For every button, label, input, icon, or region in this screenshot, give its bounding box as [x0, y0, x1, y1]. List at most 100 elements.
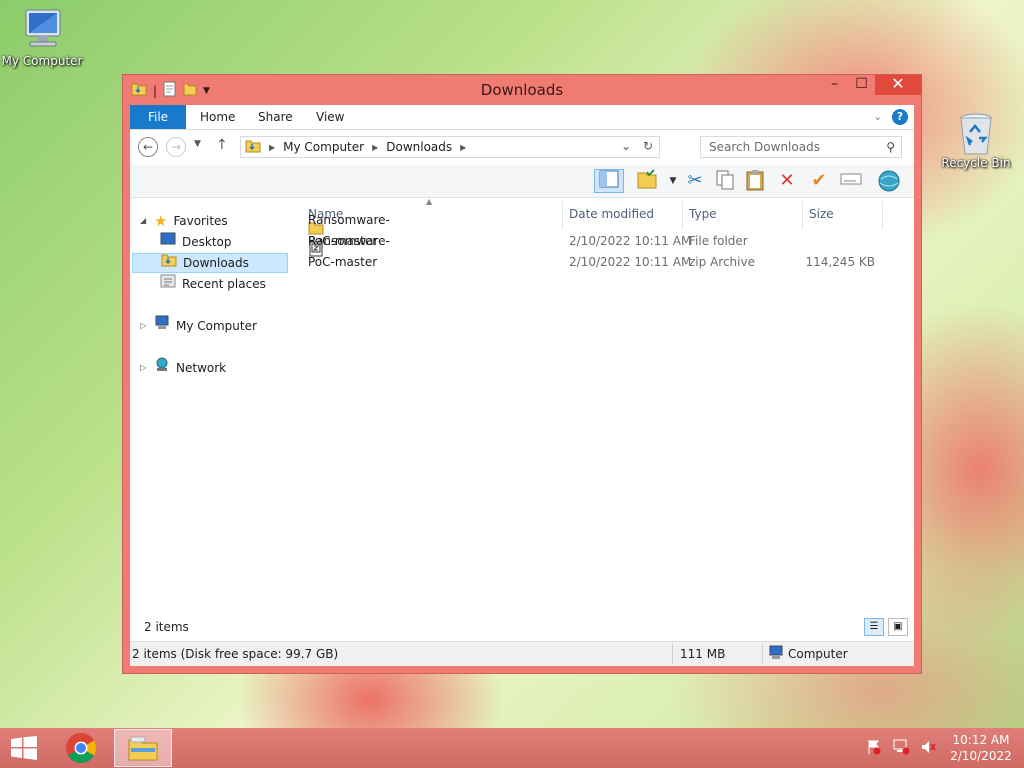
minimize-button[interactable]: – [821, 75, 848, 95]
nav-item-label: Favorites [173, 214, 228, 228]
chrome-icon [66, 733, 97, 764]
paste-icon[interactable] [742, 169, 768, 193]
desktop-icon-recycle-bin[interactable]: Recycle Bin [934, 110, 1018, 170]
status-bar: 2 items (Disk free space: 99.7 GB) 111 M… [130, 641, 914, 666]
column-divider[interactable] [802, 201, 803, 229]
cut-icon[interactable]: ✂ [682, 169, 708, 193]
column-divider[interactable] [882, 201, 883, 229]
nav-item-downloads[interactable]: Downloads [132, 253, 288, 273]
refresh-icon[interactable]: ↻ [643, 139, 653, 153]
address-dropdown-icon[interactable]: ⌄ [621, 139, 631, 153]
windows-logo-icon [11, 736, 37, 760]
taskbar-chrome[interactable] [52, 729, 110, 767]
rename-icon[interactable] [838, 169, 864, 193]
forward-button[interactable]: → [166, 137, 186, 157]
file-type: zip Archive [689, 255, 755, 269]
preview-pane-icon[interactable] [594, 169, 624, 193]
command-toolbar: ▼ ✂ ✕ ✔ [130, 165, 914, 198]
file-date: 2/10/2022 10:11 AM [569, 255, 692, 269]
taskbar-file-explorer[interactable] [114, 729, 172, 767]
column-divider[interactable] [682, 201, 683, 229]
breadcrumb-separator-icon[interactable]: ▶ [269, 143, 275, 152]
status-divider [672, 644, 673, 664]
file-type: File folder [689, 234, 748, 248]
computer-icon [154, 315, 170, 337]
explorer-window: | ▼ Downloads – ☐ ✕ File Home Share View… [122, 74, 922, 674]
ribbon-tab-bar: File Home Share View ⌄ ? [130, 105, 914, 130]
nav-item-label: Network [176, 361, 227, 375]
tab-view[interactable]: View [316, 105, 344, 129]
navigation-bar: ← → ▼ ↑ ▶ My Computer ▶ Downloads ▶ ⌄ ↻ … [130, 133, 914, 163]
checkmark-icon[interactable]: ✔ [806, 169, 832, 193]
close-button[interactable]: ✕ [875, 75, 921, 95]
column-header-date-modified[interactable]: Date modified [569, 207, 654, 221]
column-header-type[interactable]: Type [689, 207, 717, 221]
address-bar[interactable]: ▶ My Computer ▶ Downloads ▶ ⌄ ↻ [240, 136, 660, 158]
tab-file[interactable]: File [130, 105, 186, 129]
nav-item-recent-places[interactable]: Recent places [160, 274, 266, 294]
search-icon: ⚲ [886, 140, 895, 154]
status-size: 111 MB [680, 647, 726, 661]
expand-triangle-icon[interactable]: ▷ [140, 316, 148, 336]
view-switcher: ☰ ▣ [864, 618, 908, 636]
search-input[interactable]: Search Downloads ⚲ [700, 136, 902, 158]
network-icon [154, 357, 170, 379]
recycle-bin-icon [952, 110, 1000, 155]
file-row[interactable]: Ransomware-PoC-master 2/10/2022 10:11 AM… [300, 234, 914, 273]
column-divider[interactable] [562, 201, 563, 229]
select-folder-icon[interactable] [634, 169, 660, 193]
volume-muted-icon[interactable] [920, 739, 936, 758]
globe-icon[interactable] [876, 169, 902, 193]
help-icon[interactable]: ? [892, 109, 908, 125]
tab-home[interactable]: Home [200, 105, 235, 129]
star-icon: ★ [154, 212, 168, 230]
breadcrumb-my-computer[interactable]: My Computer [283, 140, 364, 154]
up-arrow-icon[interactable]: ↑ [216, 137, 228, 153]
column-header-size[interactable]: Size [809, 207, 834, 221]
system-tray: 10:12 AM 2/10/2022 [866, 728, 1016, 768]
sort-ascending-icon: ▲ [426, 197, 433, 206]
breadcrumb-downloads[interactable]: Downloads [386, 140, 452, 154]
nav-item-favorites[interactable]: ◢ ★ Favorites [140, 211, 228, 231]
desktop-icon [160, 232, 176, 252]
nav-item-network[interactable]: ▷ Network [140, 357, 227, 379]
nav-item-my-computer[interactable]: ▷ My Computer [140, 315, 257, 337]
expand-triangle-icon[interactable]: ▷ [140, 358, 148, 378]
breadcrumb-separator-icon[interactable]: ▶ [460, 143, 466, 152]
expand-triangle-icon[interactable]: ◢ [140, 211, 148, 231]
computer-icon [18, 8, 66, 52]
breadcrumb-separator-icon[interactable]: ▶ [372, 143, 378, 152]
search-placeholder: Search Downloads [709, 140, 820, 154]
status-summary: 2 items (Disk free space: 99.7 GB) [132, 647, 339, 661]
action-center-flag-icon[interactable] [866, 739, 882, 758]
taskbar: 10:12 AM 2/10/2022 [0, 728, 1024, 768]
delete-icon[interactable]: ✕ [774, 169, 800, 193]
clock[interactable]: 10:12 AM 2/10/2022 [946, 732, 1016, 764]
downloads-folder-icon [161, 252, 177, 274]
network-status-icon[interactable] [892, 739, 910, 758]
desktop-icon-label: My Computer [1, 54, 83, 68]
item-count: 2 items [144, 620, 189, 634]
desktop-icon-label: Recycle Bin [941, 156, 1011, 170]
maximize-button[interactable]: ☐ [848, 75, 875, 95]
file-explorer-icon [128, 736, 158, 761]
nav-item-label: Downloads [183, 256, 249, 270]
details-view-icon[interactable]: ☰ [864, 618, 884, 636]
copy-icon[interactable] [712, 169, 738, 193]
desktop-icon-my-computer[interactable]: My Computer [0, 8, 84, 68]
nav-item-label: Desktop [182, 235, 232, 249]
downloads-folder-icon [245, 138, 261, 157]
large-icons-view-icon[interactable]: ▣ [888, 618, 908, 636]
expand-ribbon-icon[interactable]: ⌄ [874, 112, 882, 123]
tab-share[interactable]: Share [258, 105, 293, 129]
title-bar[interactable]: | ▼ Downloads – ☐ ✕ [123, 75, 921, 105]
nav-item-desktop[interactable]: Desktop [160, 232, 232, 252]
window-body: File Home Share View ⌄ ? ← → ▼ ↑ ▶ My Co… [130, 105, 914, 666]
file-size: 114,245 KB [805, 255, 875, 269]
file-row[interactable]: Ransomware-PoC-master 2/10/2022 10:11 AM… [300, 213, 914, 252]
start-button[interactable] [10, 736, 38, 763]
back-button[interactable]: ← [138, 137, 158, 157]
recent-locations-icon[interactable]: ▼ [194, 139, 201, 149]
window-title: Downloads [480, 81, 564, 99]
status-divider [762, 644, 763, 664]
